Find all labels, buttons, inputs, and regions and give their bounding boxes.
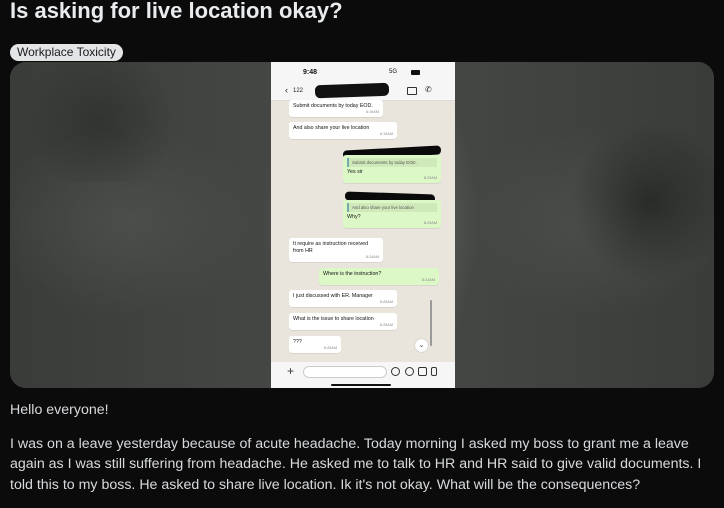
sticker-icon — [391, 367, 400, 376]
message-bubble: I just discussed with ER. Manager 8:25AM — [289, 290, 397, 307]
mic-icon — [431, 367, 437, 376]
message-bubble: Where is the instruction? 8:24AM — [319, 268, 439, 285]
message-bubble: And also share your live location Why? 8… — [343, 200, 441, 228]
post-greeting: Hello everyone! — [10, 402, 109, 418]
signal-icon: 5G — [389, 69, 398, 75]
phone-screenshot: 9:48 5G ‹ 122 ✆ Submit documents by toda… — [271, 62, 455, 388]
back-arrow-icon: ‹ — [285, 85, 288, 95]
message-bubble: Submit documents by today EOD. Yes sir 8… — [343, 155, 441, 183]
image-blur-shade — [10, 62, 190, 182]
battery-icon — [411, 70, 420, 75]
message-bubble: ??? 8:25AM — [289, 336, 341, 353]
phone-status-bar: 9:48 5G — [271, 62, 455, 82]
phone-call-icon: ✆ — [425, 85, 432, 94]
payment-icon — [405, 367, 414, 376]
message-field — [303, 366, 387, 378]
plus-icon: + — [287, 364, 295, 378]
chat-scrollbar — [430, 300, 432, 346]
message-bubble: And also share your live location 8:19AM — [289, 122, 397, 139]
message-bubble: It require as instruction received from … — [289, 238, 383, 262]
video-call-icon — [407, 87, 417, 95]
post-title[interactable]: Is asking for live location okay? — [10, 0, 343, 24]
phone-time: 9:48 — [303, 69, 318, 76]
image-blur-shade — [570, 122, 714, 282]
message-bubble: What is the issue to share location 8:25… — [289, 313, 397, 330]
chat-area: Submit documents by today EOD. 8:19AM An… — [271, 100, 455, 362]
chat-input-bar: + — [271, 362, 455, 388]
post-image[interactable]: 9:48 5G ‹ 122 ✆ Submit documents by toda… — [10, 62, 714, 388]
scroll-down-icon: ⌄ — [415, 339, 428, 352]
redacted-contact-name — [314, 82, 390, 99]
post-body: Hello everyone! I was on a leave yesterd… — [10, 400, 716, 508]
post-paragraph: I was on a leave yesterday because of ac… — [10, 435, 702, 493]
message-bubble: Submit documents by today EOD. 8:19AM — [289, 100, 383, 117]
flair-badge[interactable]: Workplace Toxicity — [10, 44, 123, 61]
camera-icon — [418, 367, 427, 376]
chat-header: ‹ 122 ✆ — [271, 82, 455, 101]
back-count: 122 — [293, 88, 304, 94]
home-indicator — [331, 384, 391, 386]
